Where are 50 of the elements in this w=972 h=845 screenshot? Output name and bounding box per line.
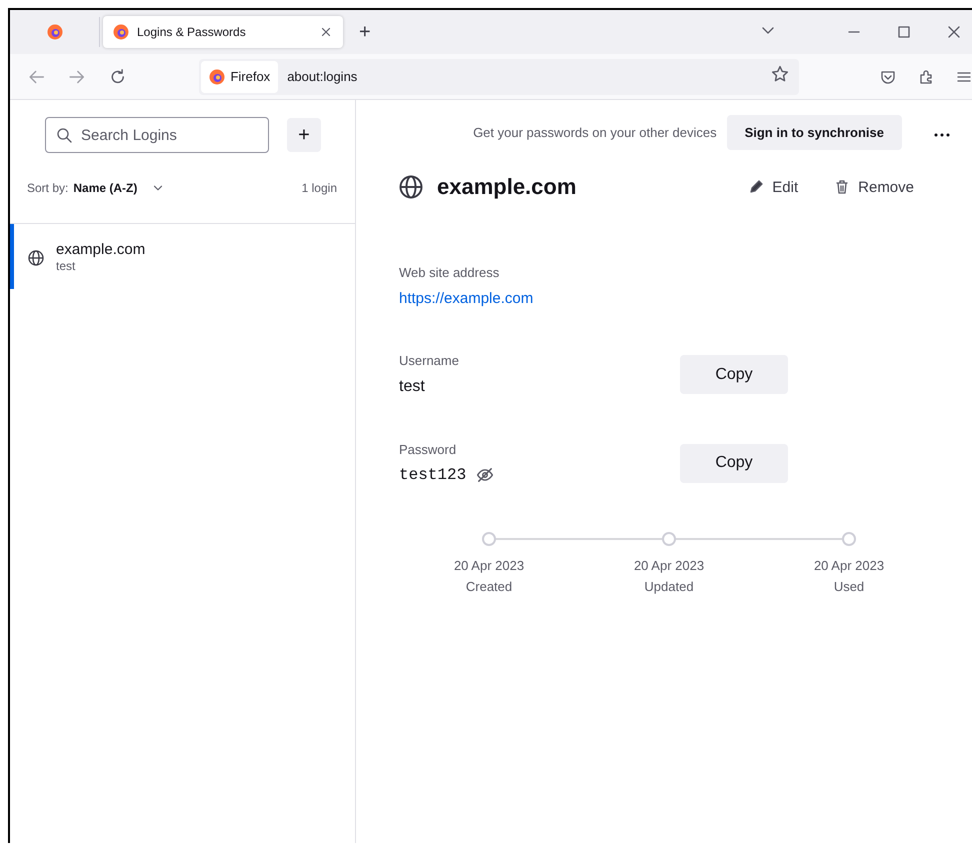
timeline-label: Used xyxy=(834,579,864,594)
copy-button[interactable]: Copy xyxy=(680,444,788,482)
timeline-date: 20 Apr 2023 xyxy=(634,558,704,573)
new-tab-button[interactable]: + xyxy=(355,20,375,44)
firefox-logo-icon xyxy=(46,24,62,40)
browser-tab[interactable]: Logins & Passwords xyxy=(103,16,343,48)
close-icon[interactable] xyxy=(946,24,962,40)
pocket-icon[interactable] xyxy=(880,68,896,84)
reload-icon[interactable] xyxy=(108,68,126,86)
close-icon[interactable] xyxy=(319,25,333,39)
login-title: example.com xyxy=(437,174,578,200)
field-label: Username xyxy=(399,353,460,368)
copy-button[interactable]: Copy xyxy=(680,355,788,394)
identity-label[interactable]: Firefox xyxy=(201,60,278,92)
password-value: test123 xyxy=(399,466,466,484)
sign-in-button[interactable]: Sign in to synchronise xyxy=(726,115,902,150)
globe-icon xyxy=(28,250,44,266)
search-field[interactable]: Search Logins xyxy=(45,117,269,153)
maximize-icon[interactable] xyxy=(896,24,912,40)
timeline-label: Created xyxy=(466,579,512,594)
sync-prompt: Get your passwords on your other devices xyxy=(473,125,717,140)
search-icon xyxy=(56,127,72,143)
timeline-date: 20 Apr 2023 xyxy=(814,558,884,573)
username-value: test xyxy=(399,378,426,396)
login-list-item[interactable]: example.com test xyxy=(10,224,355,289)
timeline-dot xyxy=(482,532,496,546)
eye-slash-icon[interactable] xyxy=(476,466,494,484)
timeline-date: 20 Apr 2023 xyxy=(454,558,524,573)
url-text: about:logins xyxy=(287,69,358,84)
timeline-dot xyxy=(662,532,676,546)
field-label: Password xyxy=(399,442,458,457)
timeline-dot xyxy=(842,532,856,546)
firefox-logo-icon xyxy=(113,24,129,40)
field-label: Web site address xyxy=(399,265,500,280)
address-bar[interactable]: Firefox about:logins xyxy=(199,58,799,94)
sort-label: Sort by: xyxy=(27,181,68,195)
login-count: 1 login xyxy=(302,181,337,195)
website-link[interactable]: https://example.com xyxy=(399,290,680,307)
pencil-icon xyxy=(748,179,764,195)
globe-icon xyxy=(399,175,423,199)
timeline-label: Updated xyxy=(644,579,694,594)
trash-icon xyxy=(834,179,850,195)
add-login-button[interactable]: + xyxy=(287,118,321,152)
sort-value[interactable]: Name (A-Z) xyxy=(73,181,138,195)
remove-button[interactable]: Remove xyxy=(834,178,914,196)
edit-button[interactable]: Edit xyxy=(748,178,798,196)
star-icon[interactable] xyxy=(770,65,789,83)
firefox-logo-icon xyxy=(209,68,226,84)
puzzle-icon[interactable] xyxy=(918,68,934,84)
more-icon[interactable] xyxy=(934,132,950,136)
